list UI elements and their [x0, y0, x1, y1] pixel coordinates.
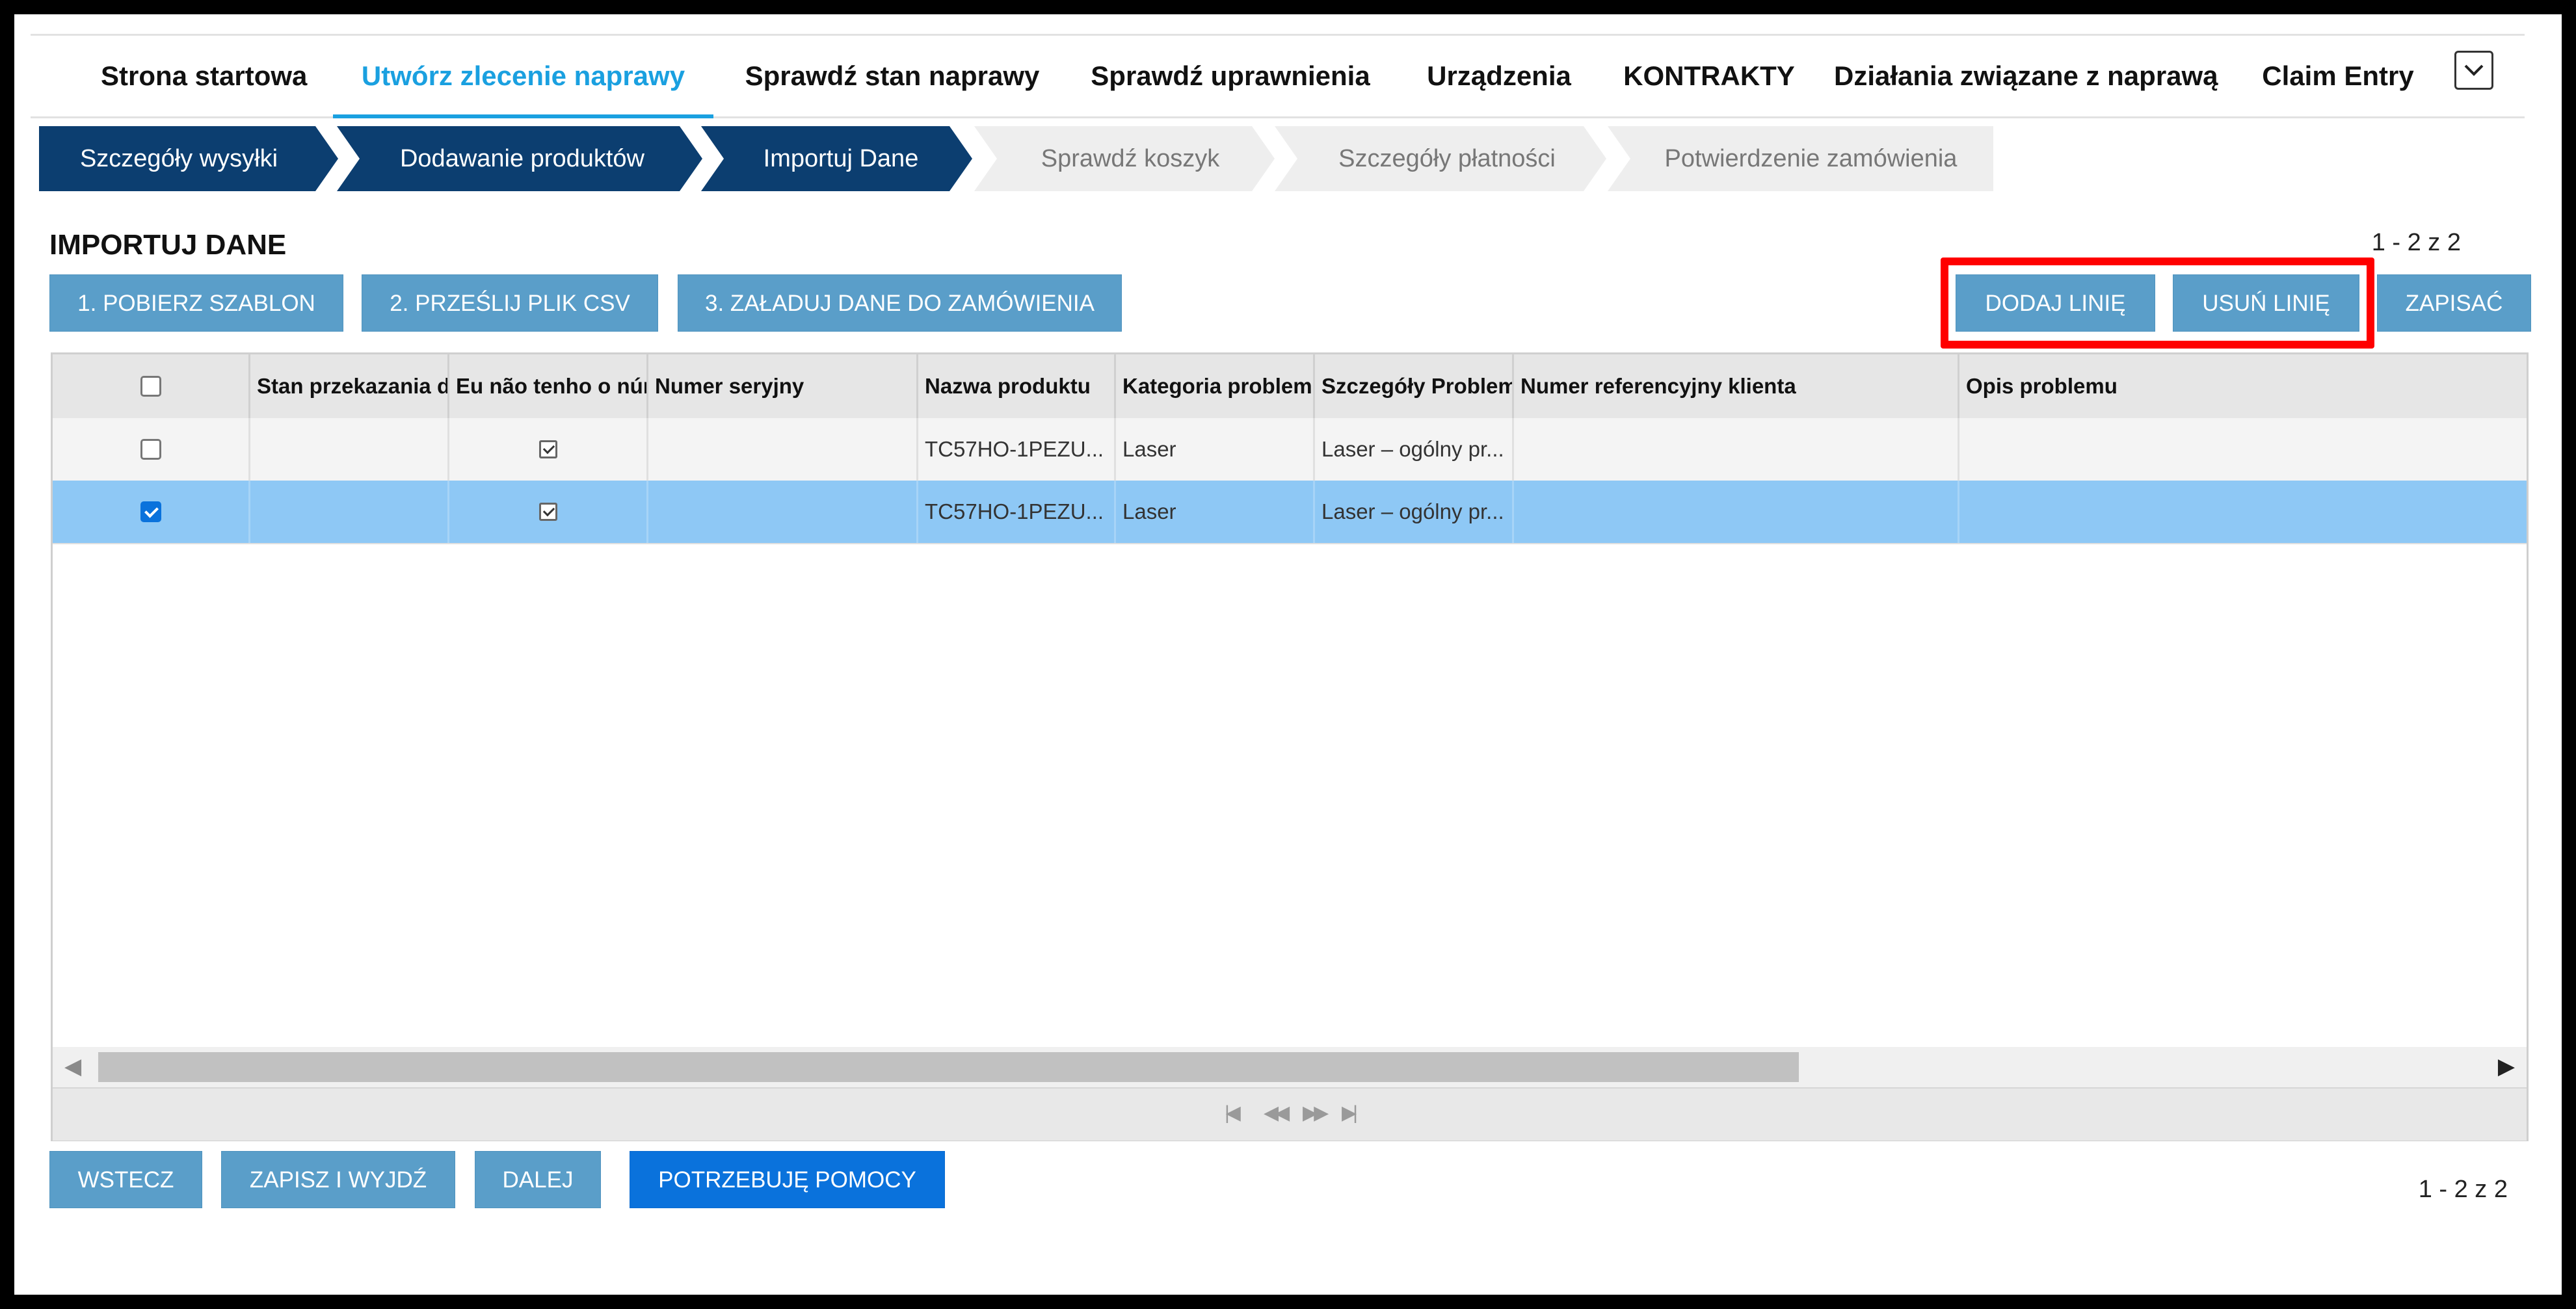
table-cell[interactable]: Laser: [1116, 418, 1315, 481]
step-add-products[interactable]: Dodawanie produktów: [360, 126, 685, 191]
step-payment: Szczegóły płatności: [1338, 145, 1556, 172]
table-cell[interactable]: TC57HO-1PEZU...: [918, 481, 1116, 543]
step-confirmation: Potwierdzenie zamówienia: [1664, 145, 1958, 172]
select-all-checkbox[interactable]: [140, 376, 161, 397]
table-cell[interactable]: Laser: [1116, 481, 1315, 543]
tab-entitlements[interactable]: Sprawdź uprawnienia: [1087, 36, 1374, 116]
prev-page-icon[interactable]: ◀◀: [1264, 1102, 1290, 1124]
pager-summary-bottom: 1 - 2 z 2: [2418, 1176, 2508, 1203]
column-header[interactable]: Szczegóły Problem: [1315, 354, 1514, 418]
table-cell[interactable]: TC57HO-1PEZU...: [918, 418, 1116, 481]
table-cell[interactable]: [1959, 418, 2529, 481]
table-cell: [449, 418, 648, 481]
table-cell[interactable]: [250, 418, 449, 481]
table-cell[interactable]: [1959, 481, 2529, 543]
save-and-exit-button[interactable]: ZAPISZ I WYJDŹ: [221, 1151, 455, 1208]
download-template-button[interactable]: 1. POBIERZ SZABLON: [49, 274, 343, 332]
row-select-checkbox[interactable]: [140, 439, 161, 460]
table-cell[interactable]: Laser – ogólny pr...: [1315, 418, 1514, 481]
chevron-down-icon: [2464, 64, 2484, 76]
step-shipping[interactable]: Szczegóły wysyłki: [39, 126, 319, 191]
section-title: IMPORTUJ DANE: [49, 229, 287, 261]
pager-summary-top: 1 - 2 z 2: [2371, 229, 2461, 256]
next-button[interactable]: DALEJ: [475, 1151, 601, 1208]
tab-repair-actions[interactable]: Działania związane z naprawą: [1834, 36, 2218, 116]
active-tab-indicator: [333, 114, 713, 118]
top-nav: Strona startowa Utwórz zlecenie naprawy …: [31, 34, 2525, 118]
nav-more-button[interactable]: [2454, 51, 2493, 90]
grid-header: Stan przekazania d Eu não tenho o núr Nu…: [53, 354, 2527, 420]
table-cell[interactable]: [250, 481, 449, 543]
column-header[interactable]: Stan przekazania d: [250, 354, 449, 418]
table-row[interactable]: TC57HO-1PEZU... Laser Laser – ogólny pr.…: [53, 481, 2527, 544]
tab-devices[interactable]: Urządzenia: [1421, 36, 1577, 116]
upload-csv-button[interactable]: 2. PRZEŚLIJ PLIK CSV: [362, 274, 658, 332]
table-row[interactable]: TC57HO-1PEZU... Laser Laser – ogólny pr.…: [53, 418, 2527, 482]
first-page-icon[interactable]: |◀: [1225, 1102, 1241, 1124]
app-window: Strona startowa Utwórz zlecenie naprawy …: [14, 14, 2562, 1295]
table-cell[interactable]: [1514, 481, 1959, 543]
scroll-left-icon[interactable]: ◀: [64, 1053, 81, 1079]
tab-claim-entry[interactable]: Claim Entry: [2260, 36, 2416, 116]
table-cell: [449, 481, 648, 543]
tab-contracts[interactable]: KONTRAKTY: [1621, 36, 1797, 116]
load-data-button[interactable]: 3. ZAŁADUJ DANE DO ZAMÓWIENIA: [678, 274, 1122, 332]
table-cell[interactable]: [648, 481, 918, 543]
back-button[interactable]: WSTECZ: [49, 1151, 202, 1208]
save-button[interactable]: ZAPISAĆ: [2377, 274, 2531, 332]
column-header[interactable]: Numer seryjny: [648, 354, 918, 418]
next-page-icon[interactable]: ▶▶: [1303, 1102, 1329, 1124]
highlight-box: [1941, 258, 2374, 349]
step-import-data[interactable]: Importuj Dane: [724, 126, 958, 191]
row-select-checkbox[interactable]: [140, 501, 161, 522]
row-select-cell: [53, 481, 250, 543]
step-check-cart: Sprawdź koszyk: [1041, 145, 1220, 172]
no-serial-checkbox[interactable]: [538, 440, 557, 458]
table-cell[interactable]: [648, 418, 918, 481]
column-header[interactable]: Eu não tenho o núr: [449, 354, 648, 418]
row-select-cell: [53, 418, 250, 481]
column-header[interactable]: Numer referencyjny klienta: [1514, 354, 1959, 418]
table-cell[interactable]: Laser – ogólny pr...: [1315, 481, 1514, 543]
header-select-all-cell: [53, 354, 250, 418]
tab-repair-status[interactable]: Sprawdź stan naprawy: [739, 36, 1045, 116]
no-serial-checkbox[interactable]: [538, 503, 557, 521]
help-button[interactable]: POTRZEBUJĘ POMOCY: [630, 1151, 945, 1208]
column-header[interactable]: Nazwa produktu: [918, 354, 1116, 418]
scrollbar-thumb[interactable]: [98, 1052, 1799, 1082]
last-page-icon[interactable]: ▶|: [1342, 1102, 1358, 1124]
import-grid: Stan przekazania d Eu não tenho o núr Nu…: [51, 352, 2529, 1141]
horizontal-scrollbar[interactable]: ◀ ▶: [53, 1047, 2527, 1087]
column-header[interactable]: Opis problemu: [1959, 354, 2529, 418]
column-header[interactable]: Kategoria problemu: [1116, 354, 1315, 418]
scroll-right-icon[interactable]: ▶: [2498, 1053, 2515, 1079]
tab-home[interactable]: Strona startowa: [101, 36, 307, 116]
table-cell[interactable]: [1514, 418, 1959, 481]
tab-create-repair[interactable]: Utwórz zlecenie naprawy: [333, 36, 713, 116]
grid-pager: |◀ ◀◀ ▶▶ ▶|: [53, 1087, 2527, 1141]
